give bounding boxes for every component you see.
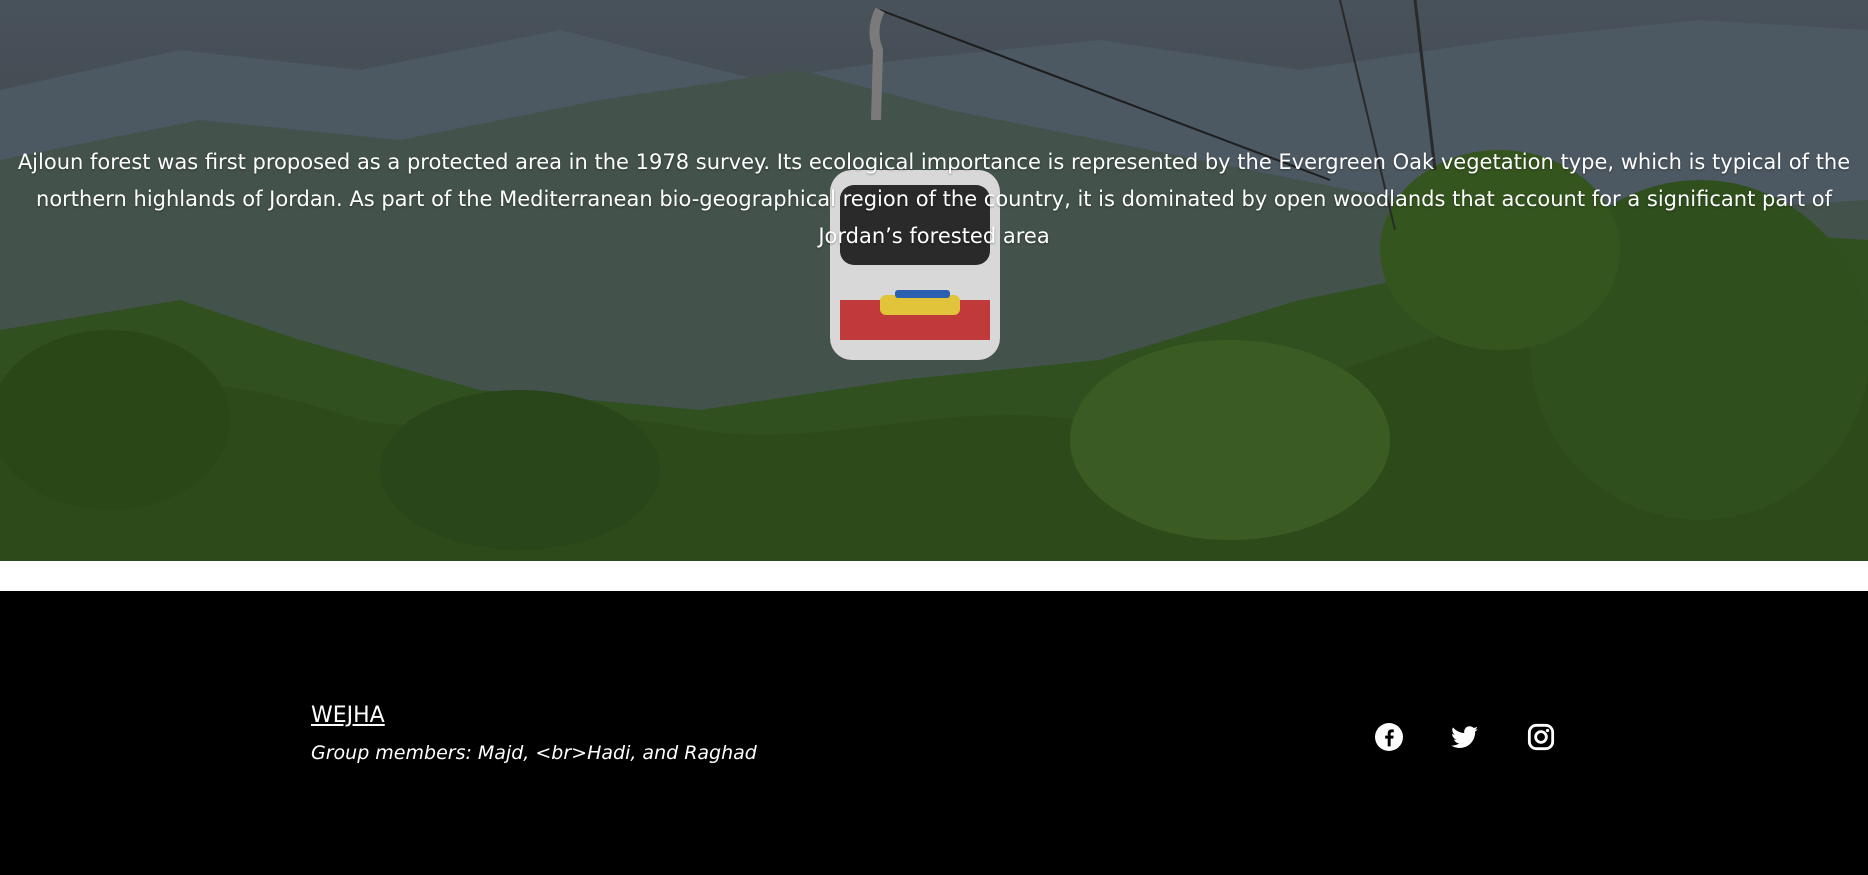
group-members-text: Group members: Majd, <br>Hadi, and Ragha… <box>311 742 757 764</box>
instagram-icon <box>1527 723 1555 751</box>
site-footer: WEJHA Group members: Majd, <br>Hadi, and… <box>0 591 1868 875</box>
twitter-link[interactable] <box>1451 723 1479 751</box>
facebook-link[interactable] <box>1375 723 1403 751</box>
instagram-link[interactable] <box>1527 723 1555 751</box>
social-links <box>1375 723 1555 751</box>
hero-section: Ajloun forest was first proposed as a pr… <box>0 0 1868 561</box>
brand-link[interactable]: WEJHA <box>311 703 385 728</box>
hero-background-image <box>0 0 1868 561</box>
twitter-icon <box>1451 726 1478 748</box>
facebook-icon <box>1375 723 1403 751</box>
hero-description: Ajloun forest was first proposed as a pr… <box>17 150 1851 248</box>
section-divider <box>0 561 1868 591</box>
